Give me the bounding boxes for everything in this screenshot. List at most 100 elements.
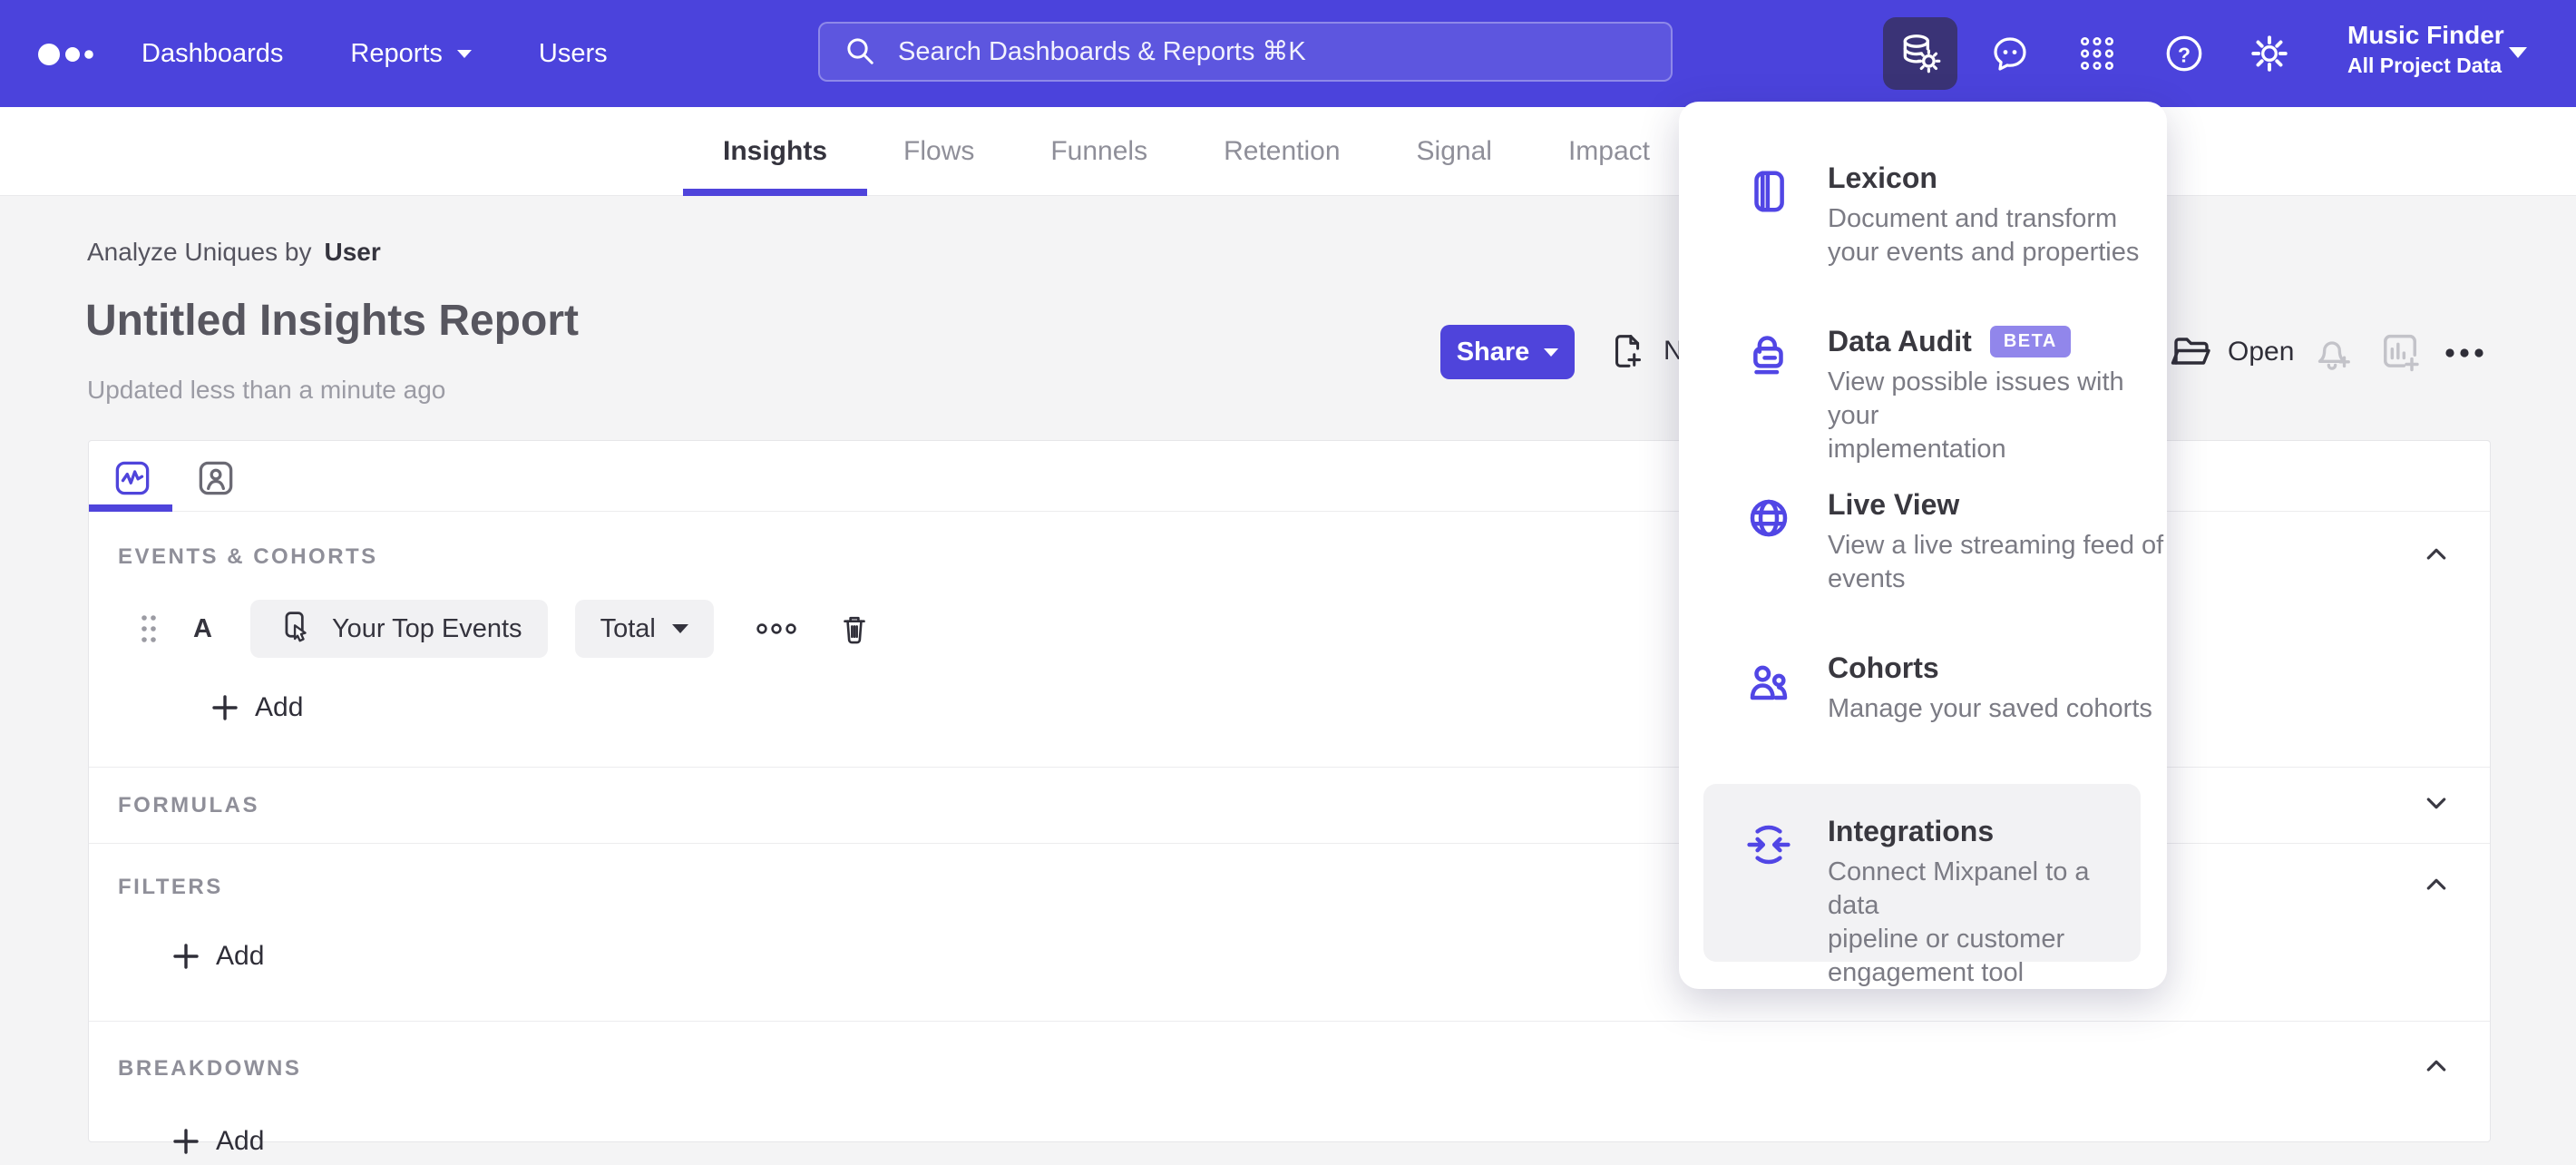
tab-insights[interactable]: Insights xyxy=(682,107,868,196)
help-button[interactable]: ? xyxy=(2157,0,2211,107)
beta-badge: BETA xyxy=(1989,326,2071,357)
nav-item-label: Dashboards xyxy=(141,38,284,68)
tab-label: Funnels xyxy=(1050,136,1148,166)
menu-item-title: Lexicon xyxy=(1828,162,1937,194)
nav-item-reports[interactable]: Reports xyxy=(350,39,472,69)
analyze-by-line: Analyze Uniques by User xyxy=(87,238,381,267)
nav-links: Dashboards Reports Users xyxy=(141,0,608,107)
help-icon: ? xyxy=(2166,35,2202,72)
search-input[interactable] xyxy=(898,36,1649,67)
sync-arrows-icon xyxy=(1747,825,1791,865)
menu-item-integrations[interactable]: Integrations Connect Mixpanel to a data … xyxy=(1703,784,2141,987)
menu-item-data-audit[interactable]: Data Audit BETA View possible issues wit… xyxy=(1744,325,2167,466)
mixpanel-logo-icon[interactable] xyxy=(36,34,107,79)
menu-item-lexicon[interactable]: Lexicon Document and transform your even… xyxy=(1744,162,2139,269)
tab-signal[interactable]: Signal xyxy=(1415,107,1494,196)
chevron-down-icon xyxy=(1544,348,1559,357)
active-tab-underline xyxy=(89,504,172,512)
menu-item-title: Live View xyxy=(1828,488,1960,521)
tab-retention[interactable]: Retention xyxy=(1222,107,1342,196)
event-click-icon xyxy=(285,612,307,642)
section-breakdowns: BREAKDOWNS Add xyxy=(89,1022,2490,1165)
globe-icon xyxy=(1750,499,1788,537)
lock-icon xyxy=(1753,336,1783,375)
tab-label: Retention xyxy=(1224,136,1341,166)
chart-plus-icon xyxy=(2384,334,2419,372)
chevron-down-icon xyxy=(671,624,688,633)
tab-funnels[interactable]: Funnels xyxy=(1049,107,1149,196)
add-event-button[interactable]: Add xyxy=(211,692,303,723)
metric-selector[interactable]: Total xyxy=(574,600,714,658)
menu-item-text: Cohorts Manage your saved cohorts xyxy=(1828,651,2152,726)
settings-button[interactable] xyxy=(2242,0,2297,107)
open-label: Open xyxy=(2228,337,2295,367)
top-nav: Dashboards Reports Users Search Dashboar… xyxy=(0,0,2576,107)
add-label: Add xyxy=(216,1126,265,1156)
chevron-up-icon xyxy=(2426,1060,2446,1072)
menu-item-text: Data Audit BETA View possible issues wit… xyxy=(1828,325,2167,466)
folder-open-icon xyxy=(2171,338,2210,365)
event-name: Your Top Events xyxy=(331,613,522,643)
svg-text:?: ? xyxy=(2178,44,2191,67)
project-selector[interactable]: Music Finder All Project Data xyxy=(2347,18,2504,78)
collapse-filters-button[interactable] xyxy=(2419,867,2454,906)
alerts-button[interactable] xyxy=(2309,332,2355,377)
plus-icon xyxy=(173,944,199,969)
nav-item-label: Reports xyxy=(350,38,443,68)
activity-chart-icon xyxy=(115,461,150,495)
analyze-value[interactable]: User xyxy=(324,238,380,266)
collapse-breakdowns-button[interactable] xyxy=(2419,1049,2454,1088)
event-selector[interactable]: Your Top Events xyxy=(249,600,548,658)
plus-icon xyxy=(173,1129,199,1154)
share-button[interactable]: Share xyxy=(1440,325,1575,379)
row-more-button[interactable] xyxy=(756,622,797,635)
tab-impact[interactable]: Impact xyxy=(1566,107,1652,196)
report-title[interactable]: Untitled Insights Report xyxy=(85,296,579,346)
add-filter-button[interactable]: Add xyxy=(172,941,264,972)
global-search[interactable] xyxy=(818,22,1673,82)
menu-item-text: Lexicon Document and transform your even… xyxy=(1828,162,2139,269)
users-icon xyxy=(1750,665,1788,700)
formulas-header: FORMULAS xyxy=(118,792,259,817)
mixpanel-app: Dashboards Reports Users Search Dashboar… xyxy=(0,0,2576,1165)
more-options-button[interactable] xyxy=(2444,347,2485,359)
tab-label: Signal xyxy=(1416,136,1492,166)
drag-handle-icon[interactable] xyxy=(139,612,159,646)
database-gear-icon xyxy=(1903,34,1941,73)
profile-icon xyxy=(199,461,233,495)
feedback-chat-icon xyxy=(1994,37,2026,71)
bell-plus-icon xyxy=(2317,341,2350,370)
ellipsis-icon xyxy=(2445,348,2483,357)
collapse-events-button[interactable] xyxy=(2419,537,2454,576)
tab-flows[interactable]: Flows xyxy=(902,107,976,196)
add-breakdown-button[interactable]: Add xyxy=(172,1126,264,1157)
menu-item-desc: View a live streaming feed of events xyxy=(1828,531,2164,593)
chevron-up-icon xyxy=(2426,878,2446,890)
delete-row-button[interactable] xyxy=(835,609,873,649)
share-label: Share xyxy=(1456,337,1530,367)
menu-item-cohorts[interactable]: Cohorts Manage your saved cohorts xyxy=(1744,651,2152,726)
tab-profiles-view[interactable] xyxy=(197,459,235,502)
data-management-button[interactable] xyxy=(1883,17,1957,90)
add-to-dashboard-button[interactable] xyxy=(2376,328,2424,376)
tab-label: Insights xyxy=(723,136,828,166)
menu-item-desc: Connect Mixpanel to a data pipeline or c… xyxy=(1828,857,2090,987)
nav-item-dashboards[interactable]: Dashboards xyxy=(141,39,283,69)
apps-grid-button[interactable] xyxy=(2070,0,2124,107)
open-report-button[interactable]: Open xyxy=(2170,330,2294,374)
chevron-up-icon xyxy=(2426,548,2446,560)
metric-label: Total xyxy=(600,613,656,643)
expand-formulas-button[interactable] xyxy=(2419,786,2454,825)
menu-item-title: Data Audit BETA xyxy=(1828,325,2167,358)
tab-events-view[interactable] xyxy=(113,459,151,502)
events-cohorts-header: EVENTS & COHORTS xyxy=(118,543,378,569)
feedback-button[interactable] xyxy=(1983,0,2037,107)
menu-item-live-view[interactable]: Live View View a live streaming feed of … xyxy=(1744,488,2163,596)
nav-item-users[interactable]: Users xyxy=(539,39,608,69)
grid-icon xyxy=(2080,36,2114,71)
report-tabs-bar: Insights Flows Funnels Retention Signal … xyxy=(0,107,2576,196)
tab-label: Impact xyxy=(1567,136,1650,166)
document-plus-icon xyxy=(1615,335,1641,367)
menu-item-text: Live View View a live streaming feed of … xyxy=(1828,488,2163,596)
tab-label: Flows xyxy=(903,136,975,166)
